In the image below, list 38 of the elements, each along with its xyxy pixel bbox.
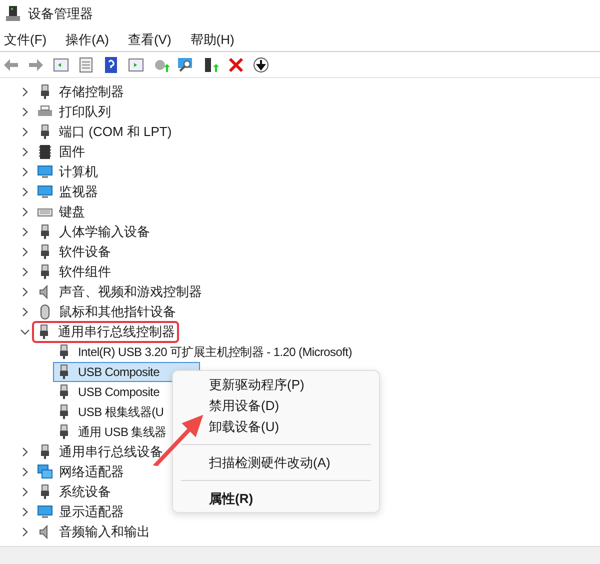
window-title: 设备管理器: [28, 5, 93, 24]
tree-item[interactable]: USB 根集线器(U: [78, 403, 164, 421]
tree-item[interactable]: 鼠标和其他指针设备: [59, 302, 176, 322]
monitor-icon: [37, 504, 53, 520]
context-menu-item[interactable]: 卸载设备(U): [181, 416, 371, 437]
tree-item[interactable]: 计算机: [59, 162, 98, 182]
tree-item[interactable]: 通用 USB 集线器: [78, 423, 166, 441]
tree-item[interactable]: 系统设备: [59, 482, 111, 502]
context-menu-item[interactable]: 属性(R): [181, 488, 371, 509]
tree-item[interactable]: 端口 (COM 和 LPT): [59, 122, 172, 142]
menu-item[interactable]: 操作(A): [62, 30, 113, 50]
monitor-icon: [37, 184, 53, 200]
context-menu-item[interactable]: 禁用设备(D): [181, 395, 371, 416]
network-icon: [37, 464, 53, 480]
tree-item[interactable]: USB Composite: [78, 383, 160, 401]
tree-item[interactable]: 存储控制器: [59, 82, 124, 102]
tree-item[interactable]: 网络适配器: [59, 462, 124, 482]
tree-item[interactable]: 固件: [59, 142, 85, 162]
tree-item[interactable]: 键盘: [59, 202, 85, 222]
device-manager-icon: [6, 6, 20, 22]
chip-icon: [37, 144, 53, 160]
tree-item[interactable]: 通用串行总线控制器: [58, 322, 175, 342]
tree-item[interactable]: Intel(R) USB 3.20 可扩展主机控制器 - 1.20 (Microsoft): [78, 343, 352, 361]
tree-item[interactable]: 打印队列: [59, 102, 111, 122]
tree-item[interactable]: 音频输入和输出: [59, 522, 150, 542]
tree-item[interactable]: 通用串行总线设备: [59, 442, 163, 462]
monitor-icon: [37, 164, 53, 180]
menu-item[interactable]: 查看(V): [124, 30, 176, 50]
tree-item[interactable]: 人体学输入设备: [59, 222, 150, 242]
tree-item[interactable]: 声音、视频和游戏控制器: [59, 282, 202, 302]
tree-item[interactable]: 监视器: [59, 182, 98, 202]
tree-item[interactable]: 软件组件: [59, 262, 111, 282]
tree-item[interactable]: 显示适配器: [59, 502, 124, 522]
tree-item[interactable]: USB Composite: [78, 363, 160, 381]
menu-item[interactable]: 帮助(H): [186, 30, 238, 50]
tree-item[interactable]: 软件设备: [59, 242, 111, 262]
menu-item[interactable]: 文件(F): [0, 30, 51, 50]
context-menu-item[interactable]: 扫描检测硬件改动(A): [181, 452, 371, 473]
